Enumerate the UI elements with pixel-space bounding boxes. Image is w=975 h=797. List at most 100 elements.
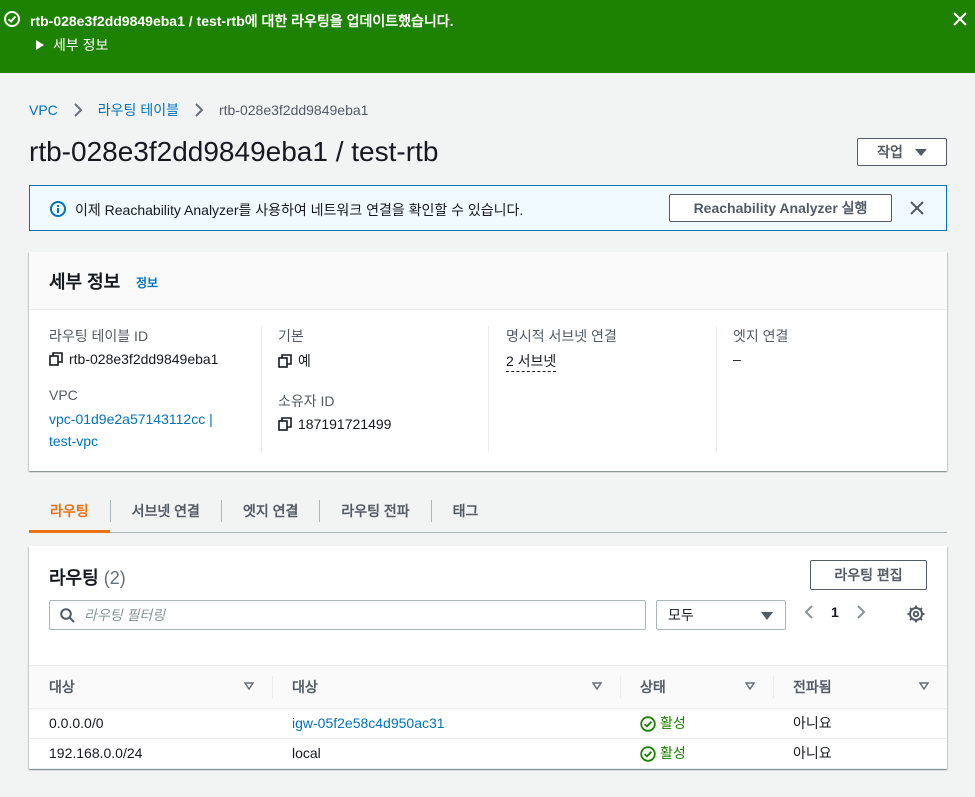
- search-icon: [60, 608, 75, 623]
- explicit-subnet-label: 명시적 서브넷 연결: [506, 328, 617, 344]
- pagination: 1: [801, 604, 869, 620]
- success-flashbar: rtb-028e3f2dd9849eba1 / test-rtb에 대한 라우팅…: [0, 0, 975, 73]
- tab-routes[interactable]: 라우팅: [29, 496, 110, 533]
- status-text: 활성: [660, 745, 686, 761]
- routes-title: 라우팅 (2): [49, 564, 126, 590]
- vpc-link-line2[interactable]: test-vpc: [49, 433, 98, 449]
- route-table-id-text: rtb-028e3f2dd9849eba1: [69, 351, 219, 367]
- column-header-propagated[interactable]: 전파됨: [773, 666, 947, 708]
- details-column-1: 라우팅 테이블 ID rtb-028e3f2dd9849eba1 VPC vpc…: [49, 326, 249, 452]
- propagated-cell: 아니요: [793, 745, 832, 761]
- details-column-3: 명시적 서브넷 연결 2 서브넷: [506, 326, 706, 392]
- route-filter-input[interactable]: [84, 605, 634, 625]
- details-expand-toggle[interactable]: 세부 정보: [36, 35, 108, 55]
- breadcrumb-current: rtb-028e3f2dd9849eba1: [218, 102, 369, 118]
- info-alert: 이제 Reachability Analyzer를 사용하여 네트워크 연결을 …: [29, 185, 947, 231]
- copy-icon[interactable]: [278, 354, 292, 368]
- caret-right-icon: [36, 40, 44, 50]
- table-row: 0.0.0.0/0 igw-05f2e58c4d950ac31 활성 아니요: [29, 709, 947, 739]
- breadcrumb-route-tables[interactable]: 라우팅 테이블: [98, 100, 179, 120]
- tab-route-propagation[interactable]: 라우팅 전파: [320, 496, 430, 526]
- vpc-link-line1[interactable]: vpc-01d9e2a57143112cc |: [49, 411, 213, 427]
- destination-cell: 0.0.0.0/0: [49, 715, 104, 731]
- caret-down-icon: [761, 612, 773, 620]
- column-header-label: 대상: [49, 679, 75, 695]
- routes-title-text: 라우팅: [49, 568, 99, 588]
- run-reachability-analyzer-button[interactable]: Reachability Analyzer 실행: [669, 194, 892, 222]
- flash-message: rtb-028e3f2dd9849eba1 / test-rtb에 대한 라우팅…: [30, 13, 454, 29]
- edge-association-label: 엣지 연결: [733, 328, 789, 344]
- actions-label: 작업: [877, 144, 903, 160]
- target-link[interactable]: igw-05f2e58c4d950ac31: [292, 709, 445, 738]
- details-toggle-label: 세부 정보: [53, 37, 109, 53]
- details-panel: 세부 정보 정보 라우팅 테이블 ID rtb-028e3f2dd9849eba…: [29, 252, 947, 471]
- filter-select[interactable]: 모두: [656, 600, 786, 630]
- sort-caret-icon: [592, 682, 602, 690]
- tab-bar: 라우팅 서브넷 연결 엣지 연결 라우팅 전파 태그: [29, 496, 947, 533]
- column-header-label: 대상: [292, 679, 318, 695]
- status-badge: 활성: [640, 709, 686, 738]
- gear-icon[interactable]: [907, 605, 925, 623]
- sort-caret-icon: [745, 682, 755, 690]
- details-column-2: 기본 예 소유자 ID 187191721499: [278, 326, 478, 452]
- status-text: 활성: [660, 715, 686, 731]
- column-divider: [272, 676, 273, 698]
- main-label: 기본: [278, 328, 304, 344]
- edit-routes-button[interactable]: 라우팅 편집: [810, 560, 927, 590]
- explicit-subnet-value[interactable]: 2 서브넷: [506, 351, 557, 372]
- tab-tags[interactable]: 태그: [432, 496, 500, 526]
- status-cell: 활성: [620, 739, 773, 768]
- main-value: 예: [278, 351, 478, 371]
- page-title: rtb-028e3f2dd9849eba1 / test-rtb: [29, 136, 439, 167]
- tab-subnet-associations[interactable]: 서브넷 연결: [111, 496, 221, 526]
- copy-icon[interactable]: [278, 417, 292, 431]
- route-table-id-value: rtb-028e3f2dd9849eba1: [49, 351, 249, 367]
- table-header: 대상 대상 상태 전파됨: [29, 665, 947, 709]
- column-divider: [716, 326, 717, 452]
- status-cell: 활성: [620, 709, 773, 738]
- chevron-right-icon[interactable]: [853, 604, 869, 620]
- column-divider: [488, 326, 489, 452]
- breadcrumb: VPC 라우팅 테이블 rtb-028e3f2dd9849eba1: [29, 100, 368, 120]
- info-link[interactable]: 정보: [136, 274, 158, 291]
- tab-edge-associations[interactable]: 엣지 연결: [222, 496, 319, 526]
- info-icon: [50, 201, 66, 217]
- column-header-target[interactable]: 대상: [272, 666, 620, 708]
- info-alert-text: 이제 Reachability Analyzer를 사용하여 네트워크 연결을 …: [75, 202, 524, 218]
- routes-table: 대상 대상 상태 전파됨 0.0.0.0/0 igw-05f2e58c4d950…: [29, 665, 947, 769]
- caret-down-icon: [914, 148, 927, 156]
- breadcrumb-vpc[interactable]: VPC: [29, 102, 58, 118]
- target-cell: local: [292, 745, 321, 761]
- page-number[interactable]: 1: [831, 604, 839, 620]
- route-filter: [49, 600, 646, 630]
- column-divider: [261, 326, 262, 452]
- copy-icon[interactable]: [49, 352, 63, 366]
- status-badge: 활성: [640, 739, 686, 768]
- check-circle-icon: [640, 715, 656, 732]
- check-circle-icon: [640, 745, 656, 762]
- close-icon[interactable]: [908, 199, 926, 217]
- routes-panel: 라우팅 (2) 라우팅 편집 모두 1 대상 대상: [29, 546, 947, 769]
- owner-id-text: 187191721499: [298, 416, 392, 432]
- details-column-4: 엣지 연결 –: [733, 326, 933, 387]
- column-header-label: 전파됨: [793, 679, 832, 695]
- column-header-destination[interactable]: 대상: [29, 666, 272, 708]
- propagated-cell: 아니요: [793, 715, 832, 731]
- details-title: 세부 정보: [49, 272, 121, 292]
- owner-id-label: 소유자 ID: [278, 393, 335, 409]
- destination-cell: 192.168.0.0/24: [49, 745, 143, 761]
- column-header-status[interactable]: 상태: [620, 666, 773, 708]
- column-header-label: 상태: [640, 679, 666, 695]
- owner-id-value: 187191721499: [278, 416, 478, 432]
- chevron-right-icon: [195, 103, 204, 117]
- actions-dropdown-button[interactable]: 작업: [857, 138, 947, 166]
- close-icon[interactable]: [951, 10, 969, 28]
- main-value-text: 예: [298, 353, 311, 369]
- check-circle-icon: [4, 11, 20, 27]
- sort-caret-icon: [244, 682, 254, 690]
- edge-association-value: –: [733, 351, 741, 367]
- route-table-id-label: 라우팅 테이블 ID: [49, 328, 149, 344]
- chevron-left-icon[interactable]: [801, 604, 817, 620]
- target-cell: igw-05f2e58c4d950ac31: [272, 709, 620, 738]
- column-divider: [773, 676, 774, 698]
